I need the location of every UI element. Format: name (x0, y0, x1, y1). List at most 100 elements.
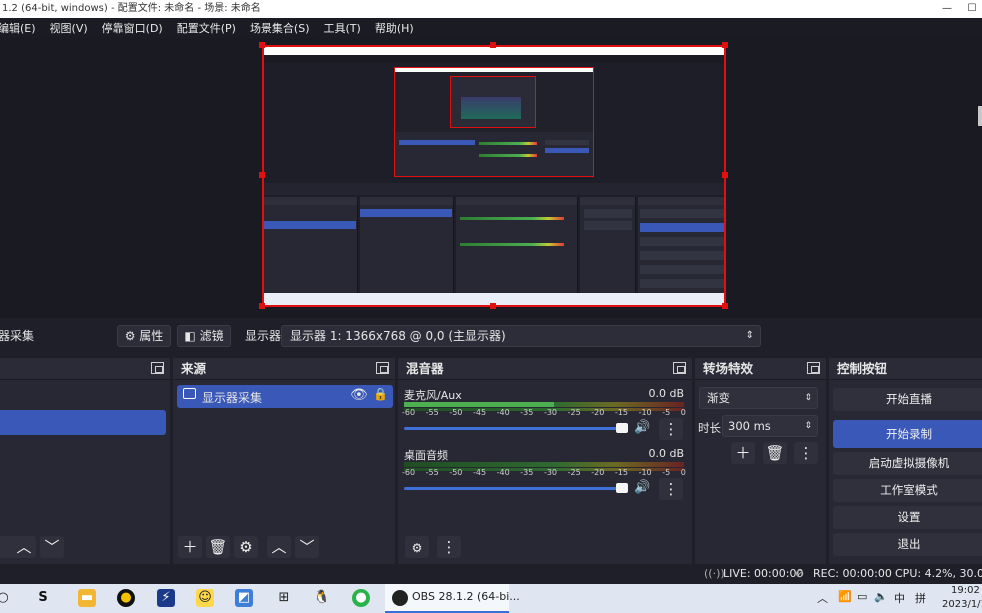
battery-icon[interactable]: ▭ (857, 590, 867, 603)
add-source-button[interactable]: ＋ (178, 536, 202, 558)
sources-dock: 来源 显示器采集 👁 🔒 ＋ 🗑 ⚙ ︿ ﹀ (173, 358, 395, 564)
start-streaming-button[interactable]: 开始直播 (833, 388, 982, 411)
preview-canvas-source[interactable] (262, 45, 726, 307)
float-dock-icon[interactable] (673, 362, 686, 374)
float-dock-icon[interactable] (376, 362, 389, 374)
mixer-title: 混音器 (406, 361, 444, 376)
live-timer: LIVE: 00:00:00 (723, 567, 804, 580)
exit-button[interactable]: 退出 (833, 533, 982, 556)
settings-button[interactable]: 设置 (833, 506, 982, 529)
desktop-volume-knob[interactable] (616, 483, 628, 493)
speaker-icon[interactable]: 🔊 (634, 480, 650, 495)
filters-button[interactable]: ◧ 滤镜 (177, 325, 231, 347)
mic-volume-knob[interactable] (616, 423, 628, 433)
desktop-meter-background (404, 462, 684, 467)
cpu-fps-status: CPU: 4.2%, 30.00 fp (895, 567, 982, 580)
studio-mode-button[interactable]: 工作室模式 (833, 479, 982, 502)
menu-edit[interactable]: 编辑(E) (0, 20, 36, 36)
mic-meter-level (404, 402, 554, 407)
menu-tools[interactable]: 工具(T) (324, 20, 361, 36)
resize-handle-b[interactable] (490, 303, 496, 309)
menu-view[interactable]: 视图(V) (50, 20, 88, 36)
resize-handle-l[interactable] (259, 172, 265, 178)
desktop-menu-button[interactable]: ⋮ (659, 478, 683, 500)
advanced-audio-button[interactable]: ⚙ (405, 536, 429, 558)
remove-source-button[interactable]: 🗑 (206, 536, 230, 558)
wifi-icon[interactable]: 📶 (838, 590, 852, 603)
kebab-menu-icon: ⋮ (663, 480, 679, 498)
scene-item-selected[interactable] (0, 410, 166, 435)
scene-move-down-button[interactable]: ﹀ (40, 536, 64, 558)
broadcast-icon: ((·)) (704, 567, 725, 580)
kebab-menu-icon: ⋮ (441, 538, 457, 556)
source-properties-button[interactable]: ⚙ (234, 536, 258, 558)
resize-handle-bl[interactable] (259, 303, 265, 309)
file-explorer-icon[interactable]: ▬ (78, 589, 96, 607)
resize-handle-tl[interactable] (259, 42, 265, 48)
speaker-icon[interactable]: 🔊 (634, 420, 650, 435)
eye-icon[interactable]: 👁 (350, 387, 368, 403)
desktop-meter-ticks: -60 -55 -50 -45 -40 -35 -30 -25 -20 -15 -10 -5 0 (402, 468, 686, 477)
clock-time[interactable]: 19:02 (951, 585, 980, 596)
ime-mode-indicator[interactable]: 拼 (915, 590, 926, 606)
resize-handle-r[interactable] (722, 172, 728, 178)
transition-menu-button[interactable]: ⋮ (794, 442, 818, 464)
chevron-up-icon[interactable]: ︿ (817, 590, 828, 606)
mixer-dock-header: 混音器 (398, 358, 692, 380)
updown-icon: ⇕ (745, 330, 754, 341)
float-dock-icon[interactable] (807, 362, 820, 374)
float-dock-icon[interactable] (151, 362, 164, 374)
source-move-down-button[interactable]: ﹀ (295, 536, 319, 558)
resize-handle-br[interactable] (722, 303, 728, 309)
menu-profile[interactable]: 配置文件(P) (177, 20, 236, 36)
sources-title: 来源 (181, 361, 207, 376)
mic-volume-slider[interactable] (404, 427, 624, 430)
maximize-button[interactable]: ☐ (962, 0, 982, 18)
rec-timer: REC: 00:00:00 (813, 567, 892, 580)
menu-scene-collection[interactable]: 场景集合(S) (250, 20, 310, 36)
mixer-menu-button[interactable]: ⋮ (437, 536, 461, 558)
search-icon[interactable]: ○ (0, 589, 12, 607)
plus-icon: ＋ (735, 444, 751, 462)
duration-label: 时长 (698, 421, 721, 435)
nested-source-toolbar (264, 183, 724, 195)
volume-icon[interactable]: 🔈 (874, 590, 888, 603)
wechat-icon[interactable]: ● (352, 589, 370, 607)
app-icon-6[interactable]: ◩ (235, 589, 253, 607)
mic-menu-button[interactable]: ⋮ (659, 418, 683, 440)
preview-scrollbar[interactable] (978, 106, 982, 126)
nested-menu-bar (264, 55, 724, 63)
source-move-up-button[interactable]: ︿ (267, 536, 291, 558)
resize-handle-tr[interactable] (722, 42, 728, 48)
start-virtual-camera-button[interactable]: 启动虚拟摄像机 (833, 452, 982, 475)
properties-button[interactable]: ⚙ 属性 (117, 325, 171, 347)
app-icon-1[interactable]: S (34, 589, 52, 607)
duration-spinbox[interactable]: 300 ms ⇕ (722, 415, 818, 437)
obs-taskbar-button[interactable]: OBS 28.1.2 (64-bi... (385, 584, 520, 613)
desktop-volume-slider[interactable] (404, 487, 624, 490)
resize-handle-t[interactable] (490, 42, 496, 48)
obs-icon (392, 590, 408, 606)
selected-source-name: 器采集 (0, 329, 35, 343)
nested-title-bar (264, 47, 724, 55)
lock-icon[interactable]: 🔒 (373, 387, 388, 401)
start-recording-button[interactable]: 开始录制 (833, 420, 982, 448)
record-icon: ⊘ (795, 567, 805, 580)
minimize-button[interactable]: — (937, 0, 957, 18)
ime-indicator[interactable]: 中 (894, 590, 905, 606)
kebab-menu-icon: ⋮ (663, 420, 679, 438)
app-icon-7[interactable]: ⊞ (275, 589, 293, 607)
qq-icon[interactable]: 🐧 (313, 589, 331, 607)
add-transition-button[interactable]: ＋ (731, 442, 755, 464)
menu-docks[interactable]: 停靠窗口(D) (102, 20, 163, 36)
remove-transition-button[interactable]: 🗑 (763, 442, 787, 464)
menu-help[interactable]: 帮助(H) (375, 20, 414, 36)
display-select[interactable]: 显示器 1: 1366x768 @ 0,0 (主显示器) ⇕ (281, 325, 761, 347)
media-player-icon[interactable]: ● (117, 589, 135, 607)
transition-type-select[interactable]: 渐变 ⇕ (699, 387, 818, 409)
scene-move-up-button[interactable]: ︿ (12, 536, 36, 558)
app-icon-4[interactable]: ⚡ (157, 589, 175, 607)
clock-date[interactable]: 2023/1/1 (942, 599, 982, 610)
source-item[interactable]: 显示器采集 👁 🔒 (177, 385, 393, 408)
app-icon-5[interactable]: ☺ (196, 589, 214, 607)
